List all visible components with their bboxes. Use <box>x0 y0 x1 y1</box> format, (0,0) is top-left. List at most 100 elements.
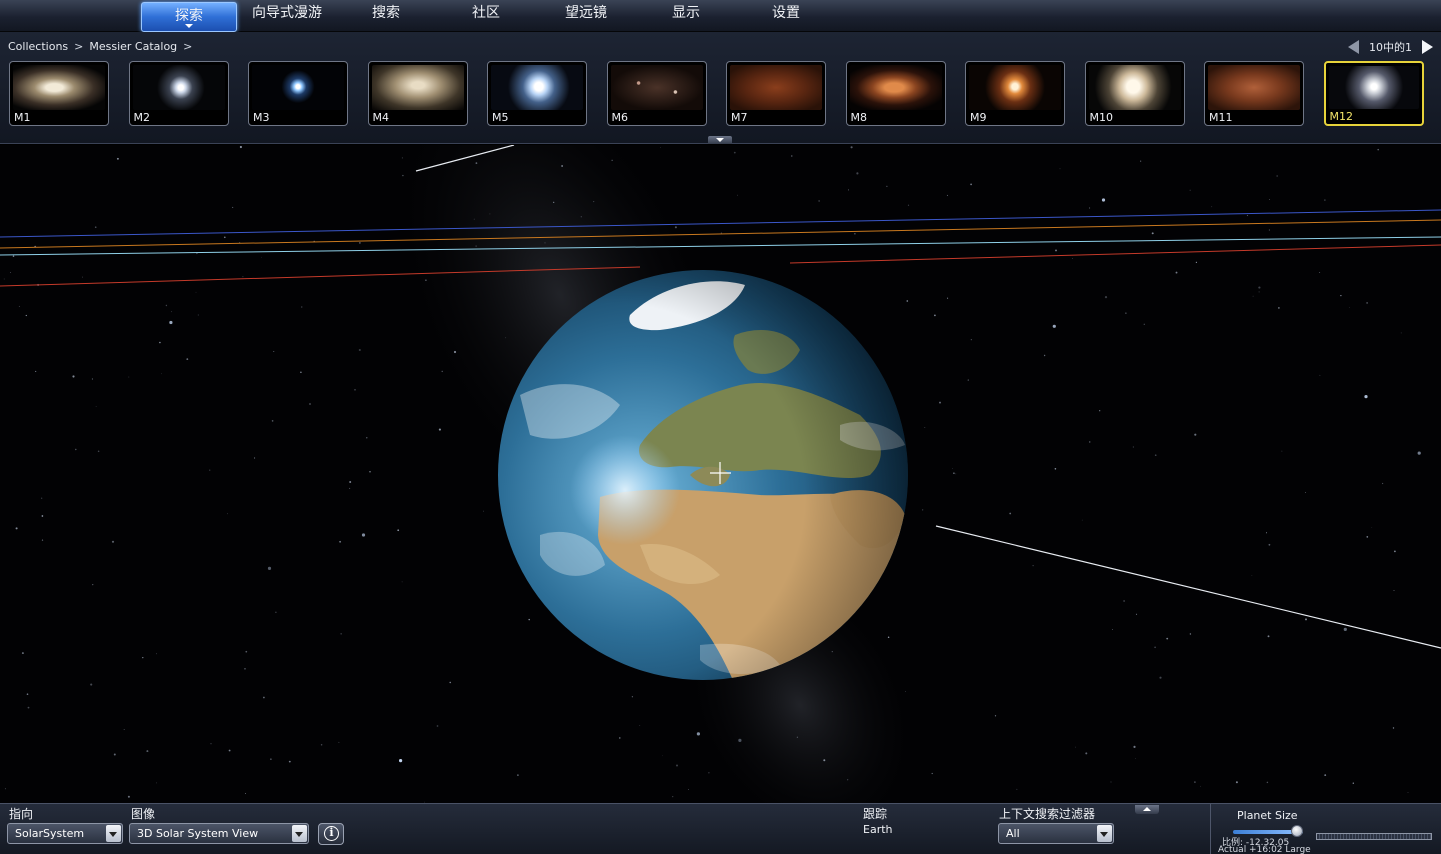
thumbnail-m9[interactable]: M9 <box>965 61 1065 126</box>
star <box>553 201 555 203</box>
info-button[interactable]: i <box>318 823 344 845</box>
star <box>261 256 262 258</box>
collapse-strip-button[interactable] <box>708 136 732 144</box>
star <box>823 759 826 762</box>
star <box>1112 629 1113 631</box>
star <box>475 245 477 247</box>
planet-size-slider-thumb[interactable] <box>1291 825 1304 837</box>
menu-community-label: 社区 <box>472 5 500 21</box>
star <box>441 370 443 373</box>
star <box>41 497 43 499</box>
star <box>1343 627 1347 631</box>
track-label: 跟踪 <box>863 807 888 821</box>
thumbnail-label: M7 <box>731 111 748 124</box>
star <box>970 183 972 186</box>
menu-search[interactable]: 搜索 <box>338 0 434 30</box>
thumbnail-m12[interactable]: M12 <box>1323 61 1424 126</box>
breadcrumb-collections[interactable]: Collections <box>8 40 68 53</box>
star <box>232 206 234 208</box>
star <box>736 194 738 196</box>
thumbnail-m4[interactable]: M4 <box>367 61 468 126</box>
imagery-label: 图像 <box>131 807 156 821</box>
panel-divider <box>1210 804 1211 854</box>
star <box>1123 600 1125 602</box>
thumbnail-m3[interactable]: M3 <box>248 61 348 126</box>
star <box>662 755 663 757</box>
earth-terminator-shade <box>498 270 908 680</box>
star <box>128 376 130 378</box>
thumbnail-m7[interactable]: M7 <box>726 61 826 126</box>
imagery-dropdown[interactable]: 3D Solar System View <box>129 823 309 844</box>
context-filter-dropdown[interactable]: All <box>998 823 1114 844</box>
thumbnail-m2[interactable]: M2 <box>128 61 229 126</box>
thumbnail-m5[interactable]: M5 <box>487 61 587 126</box>
star <box>1125 312 1127 314</box>
thumbnail-label: M5 <box>492 111 509 124</box>
star <box>854 232 856 235</box>
star <box>906 300 909 302</box>
orbit-line-red-right <box>789 244 1441 264</box>
thumbnail-m11[interactable]: M11 <box>1204 61 1304 126</box>
star <box>97 450 100 453</box>
thumbnail-image <box>1088 65 1181 110</box>
page-indicator: 10中的1 <box>1369 41 1412 54</box>
thumbnail-label: M4 <box>372 111 390 124</box>
look-at-dropdown[interactable]: SolarSystem <box>7 823 123 844</box>
star <box>436 725 439 727</box>
star <box>1132 446 1134 448</box>
context-filter-value: All <box>1006 827 1020 840</box>
star <box>688 789 689 790</box>
breadcrumb-messier-catalog[interactable]: Messier Catalog <box>89 40 177 53</box>
star <box>1324 774 1327 776</box>
star <box>397 529 400 532</box>
thumbnail-image <box>1208 65 1300 110</box>
expand-panel-button[interactable] <box>1135 805 1159 814</box>
menu-view[interactable]: 显示 <box>638 0 734 30</box>
menu-guided-tours[interactable]: 向导式漫游 <box>239 0 335 30</box>
menu-telescope[interactable]: 望远镜 <box>538 0 634 30</box>
menu-settings[interactable]: 设置 <box>738 0 834 30</box>
star <box>1151 232 1154 235</box>
star <box>850 146 853 149</box>
sky-view[interactable] <box>0 145 1441 803</box>
track-value: Earth <box>863 823 893 836</box>
star <box>142 656 144 659</box>
next-page-icon[interactable] <box>1422 40 1433 54</box>
thumbnail-m6[interactable]: M6 <box>606 61 707 126</box>
star <box>931 772 933 775</box>
dropdown-arrow-icon[interactable] <box>106 825 121 842</box>
sky-canvas[interactable] <box>0 145 1441 803</box>
star <box>113 753 116 756</box>
imagery-value: 3D Solar System View <box>137 827 259 840</box>
star <box>156 782 157 784</box>
dropdown-arrow-icon[interactable] <box>1097 825 1112 842</box>
star <box>401 157 403 159</box>
menu-community[interactable]: 社区 <box>438 0 534 30</box>
menu-explore[interactable]: 探索 <box>141 2 237 32</box>
star <box>1175 271 1178 274</box>
star <box>399 759 403 763</box>
star <box>349 487 351 489</box>
star <box>1407 791 1409 793</box>
star <box>90 683 93 686</box>
dropdown-arrow-icon[interactable] <box>292 825 307 842</box>
star <box>1352 782 1354 784</box>
star <box>1140 160 1142 162</box>
thumbnail-m1[interactable]: M1 <box>9 61 109 126</box>
star <box>245 650 248 653</box>
star <box>354 389 356 391</box>
star <box>796 736 799 738</box>
thumbnail-m8[interactable]: M8 <box>845 61 946 126</box>
thumbnail-m10[interactable]: M10 <box>1084 61 1185 126</box>
previous-page-icon[interactable] <box>1348 40 1359 54</box>
star <box>1159 676 1162 679</box>
thumbnail-image <box>1328 66 1419 109</box>
star <box>1366 302 1368 304</box>
star <box>1265 532 1268 534</box>
star <box>1189 633 1192 635</box>
star <box>1081 519 1083 521</box>
star <box>1278 307 1280 309</box>
breadcrumb-separator-end[interactable]: > <box>183 40 192 53</box>
star <box>1200 785 1201 787</box>
thumbnail-label: M3 <box>253 111 270 124</box>
